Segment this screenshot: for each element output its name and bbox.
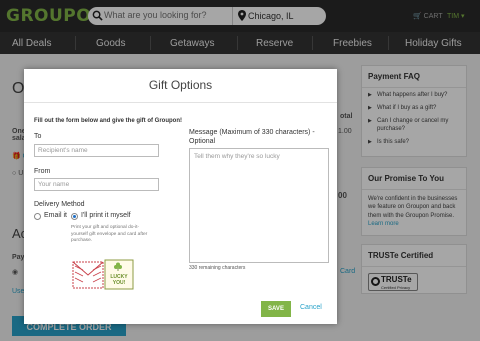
print-note: Print your gift and optional do-it-yours… [71,225,148,244]
message-textarea[interactable]: Tell them why they're so lucky [189,148,329,263]
modal-intro: Fill out the form below and give the gif… [34,118,182,124]
recipient-name-field[interactable]: Recipient's name [34,144,159,157]
from-label: From [34,168,51,175]
to-label: To [34,133,42,140]
lucky-you-text-2: YOU! [113,280,126,286]
delivery-method-label: Delivery Method [34,201,85,208]
message-label: Message (Maximum of 330 characters) - Op… [189,129,315,146]
envelope-icon [72,261,104,289]
modal-header: Gift Options [24,69,337,103]
print-option-label[interactable]: I'll print it myself [81,212,131,219]
gift-options-modal: Gift Options Fill out the form below and… [24,69,337,324]
sender-name-field[interactable]: Your name [34,178,159,191]
remaining-characters: 330 remaining characters [189,265,246,271]
email-option-label[interactable]: Email it [44,212,67,219]
cancel-button[interactable]: Cancel [300,304,322,311]
modal-title: Gift Options [148,78,213,92]
gift-card-image: LUCKY YOU! [71,258,135,291]
print-radio[interactable] [71,213,78,220]
email-radio[interactable] [34,213,41,220]
save-button[interactable]: SAVE [261,301,291,317]
